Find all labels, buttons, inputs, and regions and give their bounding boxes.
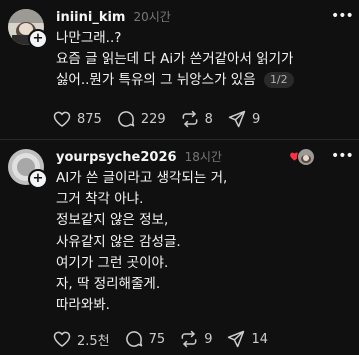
post-text-line: 사유같지 않은 감성글.: [56, 233, 181, 250]
post-actions: 875 229 8 9: [52, 107, 274, 131]
share-button[interactable]: 9: [227, 109, 260, 129]
original-poster-avatar: [297, 148, 315, 166]
follow-plus-icon[interactable]: +: [28, 29, 48, 49]
post-time: 20시간: [133, 10, 171, 24]
repost-button[interactable]: 9: [179, 329, 212, 349]
post-text-line: 나만그래..?: [56, 30, 122, 46]
post-actions: 2.5천 75 9 14: [52, 327, 282, 351]
post-time: 18시간: [184, 150, 222, 164]
thread-post: + iniini_kim 20시간 ••• 나만그래..? 요즘 글 읽는데 다…: [0, 0, 359, 139]
post-text-line: 따라와봐.: [56, 297, 110, 314]
heart-icon: [53, 111, 71, 127]
more-options-icon[interactable]: •••: [331, 6, 354, 26]
repost-count: 8: [204, 111, 213, 127]
username[interactable]: yourpsyche2026: [56, 150, 177, 165]
comment-icon: [118, 111, 135, 127]
repost-button[interactable]: 8: [180, 109, 213, 129]
username[interactable]: iniini_kim: [56, 10, 125, 25]
post-text-line: AI가 쓴 글이라고 생각되는 거,: [56, 170, 228, 186]
comment-icon: [125, 331, 142, 347]
follow-plus-icon[interactable]: +: [28, 169, 48, 189]
post-header: yourpsyche2026 18시간: [56, 148, 222, 166]
post-text-line: 여기가 그런 곳이야.: [56, 254, 169, 271]
share-count: 14: [251, 331, 269, 347]
liked-by-author-icon: [289, 148, 315, 166]
thread-post: + yourpsyche2026 18시간 ••• AI가 쓴 글이라고 생각되…: [0, 140, 359, 355]
repost-count: 9: [204, 331, 213, 347]
share-icon: [228, 110, 246, 128]
share-icon: [228, 330, 245, 348]
comment-count: 229: [140, 111, 166, 127]
repost-icon: [182, 110, 198, 128]
post-header: iniini_kim 20시간: [56, 8, 171, 26]
like-button[interactable]: 2.5천: [52, 329, 110, 349]
more-options-icon[interactable]: •••: [331, 146, 354, 166]
like-button[interactable]: 875: [52, 109, 102, 129]
comment-count: 75: [148, 331, 166, 347]
comment-button[interactable]: 75: [124, 329, 166, 349]
page-indicator: 1/2: [263, 72, 294, 88]
post-text-line: 싫어..뭔가 특유의 그 뉘앙스가 있음: [56, 72, 256, 88]
like-count: 875: [77, 111, 102, 127]
avatar[interactable]: +: [8, 149, 48, 189]
post-text-line: 그거 착각 아냐.: [56, 191, 144, 208]
avatar[interactable]: +: [8, 9, 48, 49]
like-count: 2.5천: [77, 333, 110, 349]
repost-icon: [181, 330, 197, 348]
comment-button[interactable]: 229: [116, 109, 166, 129]
share-count: 9: [251, 111, 261, 127]
post-text-line: 정보같지 않은 정보,: [56, 212, 169, 229]
post-text-line: 요즘 글 읽는데 다 Ai가 쓴거같아서 읽기가: [56, 51, 294, 67]
share-button[interactable]: 14: [226, 329, 268, 349]
post-text-line: 자, 딱 정리해줄게.: [56, 276, 161, 293]
heart-icon: [53, 331, 71, 347]
post-text: 나만그래..? 요즘 글 읽는데 다 Ai가 쓴거같아서 읽기가 싫어..뭔가 …: [56, 28, 349, 91]
post-text: AI가 쓴 글이라고 생각되는 거, 그거 착각 아냐. 정보같지 않은 정보,…: [56, 168, 349, 316]
